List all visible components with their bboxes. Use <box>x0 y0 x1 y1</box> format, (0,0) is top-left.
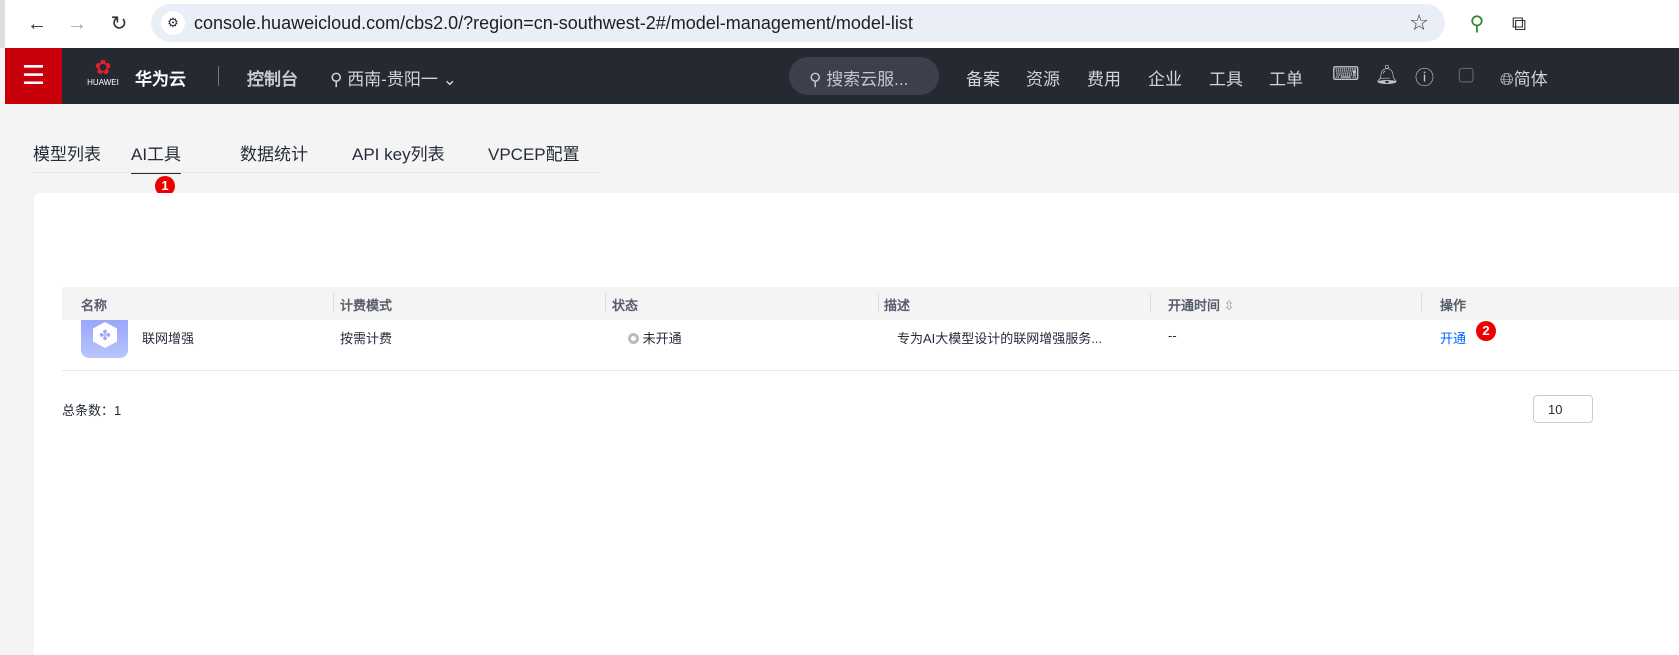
brand-name: 华为云 <box>135 70 186 89</box>
cell-status: 未开通 <box>628 328 682 347</box>
language-selector[interactable]: 🌐︎简体 <box>1500 65 1548 90</box>
nav-link-beian[interactable]: 备案 <box>966 65 1000 90</box>
search-placeholder: 搜索云服... <box>826 70 909 89</box>
cell-name: 联网增强 <box>142 331 195 346</box>
search-icon: ⚲ <box>809 70 822 89</box>
search-input[interactable]: ⚲ 搜索云服... <box>789 57 939 95</box>
status-label: 未开通 <box>642 331 682 346</box>
status-dot-icon <box>628 333 639 344</box>
site-settings-icon[interactable]: ⚙ <box>161 11 185 35</box>
header-status: 状态 <box>612 298 639 313</box>
cell-time: -- <box>1168 328 1177 343</box>
network-enhance-app-icon: ✤ <box>81 320 128 358</box>
header-description: 描述 <box>884 298 911 313</box>
tab-vpcep-config[interactable]: VPCEP配置 <box>488 140 580 165</box>
logo-text: HUAWEI <box>87 78 119 87</box>
header-time-label: 开通时间 <box>1168 298 1221 313</box>
huawei-logo[interactable]: ✿ HUAWEI <box>85 58 121 87</box>
cell-billing: 按需计费 <box>340 331 393 346</box>
nav-link-resources[interactable]: 资源 <box>1026 65 1060 90</box>
nav-link-enterprise[interactable]: 企业 <box>1148 65 1182 90</box>
nav-link-tools[interactable]: 工具 <box>1209 65 1243 90</box>
tab-model-list[interactable]: 模型列表 <box>33 140 101 165</box>
region-selector[interactable]: ⚲ 西南-贵阳一 ⌄ <box>330 65 457 90</box>
address-bar[interactable]: ⚙ console.huaweicloud.com/cbs2.0/?region… <box>151 4 1445 42</box>
extension-icon[interactable]: ⚲ <box>1463 10 1491 38</box>
page-size-value: 10 <box>1548 402 1563 417</box>
browser-toolbar: ← → ↻ ⚙ console.huaweicloud.com/cbs2.0/?… <box>0 0 1679 48</box>
sort-icon[interactable]: ⇳ <box>1224 298 1235 313</box>
header-name: 名称 <box>81 298 108 313</box>
console-link[interactable]: 控制台 <box>247 65 298 90</box>
content-card <box>34 193 1679 655</box>
url-text: console.huaweicloud.com/cbs2.0/?region=c… <box>194 13 913 33</box>
forward-icon[interactable]: → <box>63 10 91 38</box>
annotation-badge-2: 2 <box>1476 321 1496 341</box>
nav-link-tickets[interactable]: 工单 <box>1269 65 1303 90</box>
header-billing: 计费模式 <box>340 298 393 313</box>
bell-icon[interactable]: 🔔︎ <box>1375 63 1399 87</box>
column-separator <box>1150 293 1151 313</box>
extensions-puzzle-icon[interactable]: ⧉ <box>1505 10 1533 38</box>
tab-divider <box>33 172 600 173</box>
location-pin-icon: ⚲ <box>330 70 343 89</box>
top-navigation: ☰ ✿ HUAWEI 华为云 控制台 ⚲ 西南-贵阳一 ⌄ ⚲ 搜索云服... … <box>5 48 1679 104</box>
terminal-icon[interactable]: ⌨ <box>1332 63 1359 86</box>
back-icon[interactable]: ← <box>23 10 51 38</box>
column-separator <box>878 293 879 313</box>
column-separator <box>1421 293 1422 313</box>
reload-icon[interactable]: ↻ <box>105 10 133 38</box>
huawei-flower-icon: ✿ <box>94 57 112 79</box>
header-time[interactable]: 开通时间 ⇳ <box>1168 295 1235 314</box>
nav-link-billing[interactable]: 费用 <box>1087 65 1121 90</box>
chevron-down-icon: ⌄ <box>442 70 457 89</box>
column-separator <box>605 293 606 313</box>
divider <box>218 66 219 86</box>
language-label: 简体 <box>1513 70 1548 89</box>
region-label: 西南-贵阳一 <box>347 70 438 89</box>
menu-icon[interactable]: ☰ <box>5 48 62 104</box>
cell-description: 专为AI大模型设计的联网增强服务... <box>897 331 1103 346</box>
tab-data-statistics[interactable]: 数据统计 <box>240 140 308 165</box>
tab-api-key-list[interactable]: API key列表 <box>352 140 445 165</box>
help-icon[interactable]: ⓘ <box>1415 63 1434 90</box>
column-separator <box>333 293 334 313</box>
feedback-icon[interactable]: ▢ <box>1457 63 1475 86</box>
total-count: 总条数：1 <box>62 403 122 418</box>
row-divider <box>62 370 1679 371</box>
bookmark-star-icon[interactable]: ☆ <box>1409 10 1429 36</box>
tab-ai-tools[interactable]: AI工具 <box>131 140 182 174</box>
page-size-select[interactable]: 10 <box>1533 395 1593 423</box>
activate-link[interactable]: 开通 <box>1440 328 1466 347</box>
table-header: 名称 计费模式 状态 描述 开通时间 ⇳ 操作 <box>62 287 1679 320</box>
globe-icon: 🌐︎ <box>1500 70 1514 89</box>
header-action: 操作 <box>1440 298 1467 313</box>
